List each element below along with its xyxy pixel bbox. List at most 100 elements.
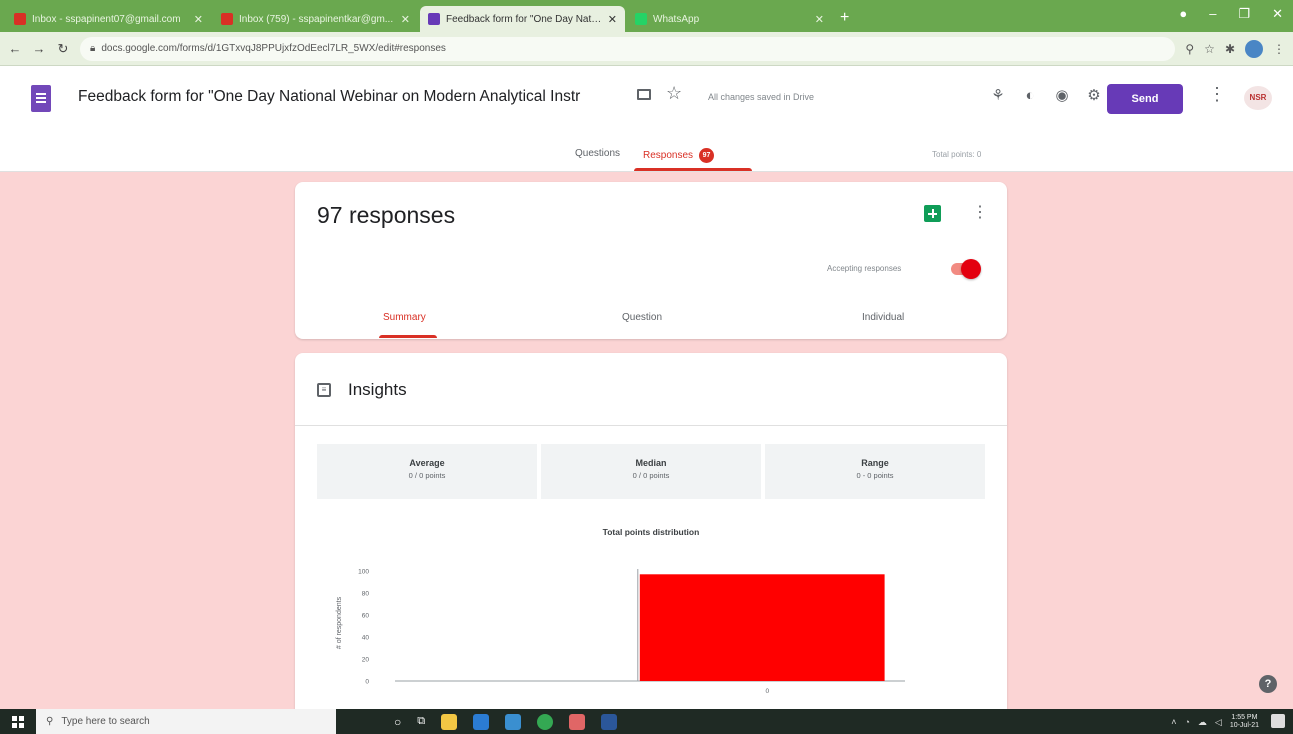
insights-card: ≡ Insights Average 0 / 0 points Median 0…: [295, 353, 1007, 713]
browser-tab-4[interactable]: WhatsApp ✕: [627, 6, 832, 32]
back-icon[interactable]: ←: [8, 41, 22, 56]
browser-tab-label: Inbox (759) - sspapinentkar@gm...: [239, 13, 394, 25]
close-window-icon[interactable]: ✕: [1272, 6, 1283, 22]
cortana-icon[interactable]: ○: [394, 715, 401, 729]
clock-date: 10-Jul-21: [1229, 722, 1259, 729]
clock[interactable]: 1:55 PM 10-Jul-21: [1230, 714, 1259, 730]
points-distribution-chart: # of respondents 0 20 40 60 80 100 0: [336, 569, 905, 695]
mail-icon[interactable]: [473, 713, 490, 730]
preview-eye-icon[interactable]: ◉: [1052, 86, 1072, 106]
active-subtab-indicator: [379, 335, 437, 338]
profile-avatar[interactable]: [1245, 39, 1263, 58]
form-title[interactable]: Feedback form for "One Day National Webi…: [78, 88, 628, 106]
accepting-responses-toggle[interactable]: [951, 259, 981, 279]
responses-count-badge: 97: [699, 148, 715, 163]
lock-icon: 🔒︎: [90, 43, 96, 54]
browser-tab-3[interactable]: Feedback form for "One Day Nati... ✕: [420, 6, 625, 32]
extensions-icon[interactable]: ✱: [1225, 42, 1235, 56]
profile-dot-icon[interactable]: ●: [1179, 6, 1187, 22]
network-icon[interactable]: ◔: [1184, 717, 1189, 727]
more-vert-icon[interactable]: ⋮: [1208, 84, 1226, 105]
send-button[interactable]: Send: [1107, 84, 1183, 114]
sheets-icon[interactable]: [924, 205, 941, 222]
star-icon[interactable]: ☆: [666, 83, 682, 104]
stat-label: Range: [861, 458, 889, 468]
clock-time: 1:55 PM: [1231, 714, 1258, 721]
gmail-icon: [14, 13, 26, 25]
menu-icon[interactable]: ⋮: [1273, 42, 1285, 56]
browser-tab-label: Inbox - sspapinent07@gmail.com: [32, 13, 181, 25]
maximize-icon[interactable]: ❐: [1238, 6, 1250, 22]
url-text: docs.google.com/forms/d/1GTxvqJ8PPUjxfzO…: [101, 43, 446, 54]
url-field[interactable]: 🔒︎ docs.google.com/forms/d/1GTxvqJ8PPUjx…: [80, 36, 1176, 61]
forms-icon: [428, 13, 440, 25]
palette-icon[interactable]: ◐: [1020, 86, 1040, 106]
insights-icon: ≡: [317, 383, 331, 397]
chrome-icon[interactable]: [537, 713, 554, 730]
stat-range: Range 0 - 0 points: [765, 444, 985, 499]
taskbar-search-placeholder: Type here to search: [61, 716, 150, 727]
tab-summary[interactable]: Summary: [383, 312, 426, 323]
taskbar-search[interactable]: ⚲ Type here to search: [36, 709, 336, 734]
window-controls: ● – ❐ ✕: [1179, 6, 1283, 22]
responses-count-title: 97 responses: [317, 202, 456, 228]
stat-label: Median: [635, 458, 667, 468]
whatsapp-icon: [635, 13, 647, 25]
stat-value: 0 - 0 points: [856, 471, 894, 480]
forward-icon[interactable]: →: [32, 41, 46, 56]
folder-icon[interactable]: [637, 89, 651, 100]
close-icon[interactable]: ✕: [608, 13, 617, 26]
y-tick-label: 80: [362, 591, 370, 598]
stat-average: Average 0 / 0 points: [317, 444, 537, 499]
tab-questions[interactable]: Questions: [575, 148, 620, 159]
notifications-icon[interactable]: [1271, 714, 1285, 728]
cloud-icon[interactable]: ☁: [1198, 717, 1207, 728]
reload-icon[interactable]: ↻: [56, 41, 70, 57]
more-vert-icon[interactable]: ⋮: [972, 202, 988, 222]
minimize-icon[interactable]: –: [1209, 6, 1216, 22]
insights-title: Insights: [348, 380, 407, 399]
tab-individual[interactable]: Individual: [862, 312, 904, 323]
accepting-responses-label: Accepting responses: [827, 264, 902, 273]
stat-label: Average: [409, 458, 445, 468]
tab-question[interactable]: Question: [622, 312, 662, 323]
active-tab-indicator: [634, 168, 752, 171]
saved-status: All changes saved in Drive: [708, 92, 815, 102]
windows-taskbar: ⚲ Type here to search ○ ⧉ ˄ ◔ ☁ ◁ 1:55 P…: [0, 709, 1293, 734]
stat-value: 0 / 0 points: [408, 471, 446, 480]
new-tab-button[interactable]: +: [840, 9, 849, 27]
browser-tab-2[interactable]: Inbox (759) - sspapinentkar@gm... ✕: [213, 6, 418, 32]
browser-tab-label: WhatsApp: [653, 13, 700, 25]
avatar[interactable]: NSR: [1244, 86, 1272, 110]
forms-logo-icon[interactable]: [31, 85, 51, 112]
close-icon[interactable]: ✕: [401, 13, 410, 26]
photos-icon[interactable]: [505, 713, 522, 730]
browser-tab-label: Feedback form for "One Day Nati...: [446, 13, 602, 25]
word-icon[interactable]: [601, 713, 618, 730]
help-icon[interactable]: ?: [1259, 675, 1277, 693]
y-tick-label: 100: [358, 569, 369, 576]
addons-icon[interactable]: ⚘: [988, 86, 1008, 106]
chart-y-axis-label: # of respondents: [336, 596, 343, 649]
browser-tab-strip: Inbox - sspapinent07@gmail.com ✕ Inbox (…: [0, 0, 1293, 32]
chevron-up-icon[interactable]: ˄: [1171, 717, 1176, 727]
y-tick-label: 0: [365, 679, 369, 686]
browser-tab-1[interactable]: Inbox - sspapinent07@gmail.com ✕: [6, 6, 211, 32]
form-tabs: Questions Responses 97 Total points: 0: [0, 140, 1293, 172]
settings-gear-icon[interactable]: ⚙: [1084, 86, 1104, 106]
address-bar: ← → ↻ 🔒︎ docs.google.com/forms/d/1GTxvqJ…: [0, 32, 1293, 66]
stat-median: Median 0 / 0 points: [541, 444, 761, 499]
bookmark-star-icon[interactable]: ☆: [1204, 42, 1215, 56]
close-icon[interactable]: ✕: [194, 13, 203, 26]
file-explorer-icon[interactable]: [441, 713, 458, 730]
start-button[interactable]: [0, 709, 36, 734]
search-icon[interactable]: ⚲: [1185, 42, 1194, 56]
paint-icon[interactable]: [569, 713, 586, 730]
tab-responses[interactable]: Responses 97: [643, 148, 715, 163]
gmail-icon: [221, 13, 233, 25]
chart-bar: [639, 574, 885, 681]
volume-icon[interactable]: ◁: [1215, 717, 1222, 728]
close-icon[interactable]: ✕: [815, 13, 824, 26]
task-view-icon[interactable]: ⧉: [417, 715, 425, 728]
forms-header: Feedback form for "One Day National Webi…: [0, 66, 1293, 172]
